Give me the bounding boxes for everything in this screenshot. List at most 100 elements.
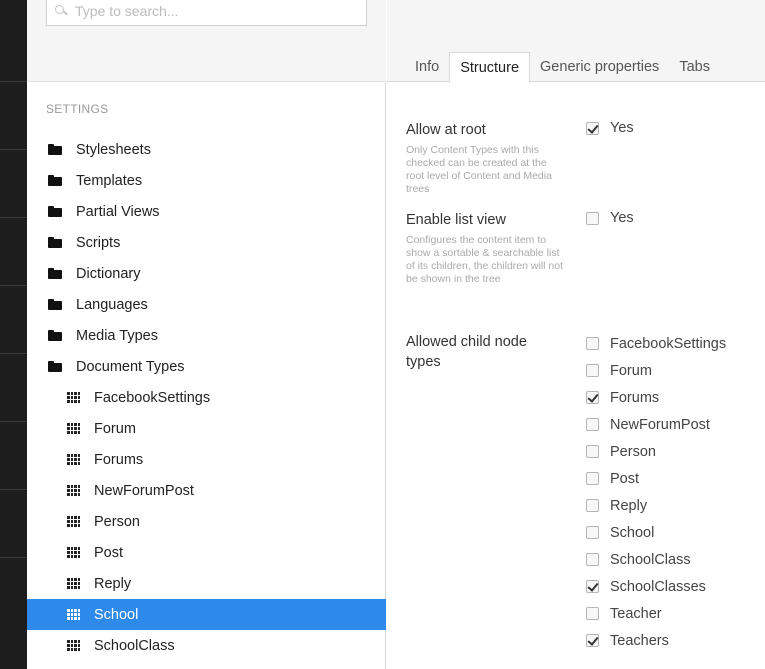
tree-list: Stylesheets Templates Partial Views Scripts… (27, 134, 386, 661)
tree-item-label: Forums (94, 451, 144, 468)
child-type-checkbox[interactable] (586, 553, 599, 566)
rail-divider (0, 353, 27, 354)
child-type-checkbox[interactable] (586, 634, 599, 647)
child-type-label: SchoolClass (610, 551, 691, 568)
folder-icon (48, 299, 62, 310)
enable-list-view-description: Configures the content item to show a so… (406, 234, 563, 285)
document-type-icon (67, 392, 80, 403)
tree-item-label: SchoolClass (94, 637, 175, 654)
tree-item-doctype-post[interactable]: Post (27, 537, 386, 568)
section-title: Settings (46, 102, 109, 116)
child-type-checkbox[interactable] (586, 445, 599, 458)
editor-header: Info Structure Generic properties Tabs (387, 0, 765, 83)
tree-item-label: Languages (76, 296, 148, 313)
search-input[interactable] (75, 3, 355, 19)
folder-icon (48, 330, 62, 341)
tree-item-doctype-person[interactable]: Person (27, 506, 386, 537)
tree-item-label: FacebookSettings (94, 389, 211, 406)
rail-divider (0, 217, 27, 218)
settings-tree-panel: Settings Stylesheets Templates Partial Vie… (27, 0, 386, 669)
tree-item-stylesheets[interactable]: Stylesheets (27, 134, 386, 165)
allow-at-root-description: Only Content Types with this checked can… (406, 144, 552, 195)
enable-list-view-label: Enable list view (406, 212, 506, 228)
document-type-icon (67, 547, 80, 558)
tab-structure[interactable]: Structure (449, 52, 531, 83)
child-type-checkbox[interactable] (586, 391, 599, 404)
child-type-checkbox[interactable] (586, 526, 599, 539)
tree-item-doctype-facebooksettings[interactable]: FacebookSettings (27, 382, 386, 413)
tree-item-doctype-forums[interactable]: Forums (27, 444, 386, 475)
child-type-option-school[interactable]: School (586, 519, 726, 546)
tree-item-doctype-schoolclass[interactable]: SchoolClass (27, 630, 386, 661)
enable-list-view-option-label: Yes (610, 210, 634, 226)
child-type-option-schoolclasses[interactable]: SchoolClasses (586, 573, 726, 600)
child-type-option-teacher[interactable]: Teacher (586, 600, 726, 627)
enable-list-view-property: Enable list view Configures the content … (406, 212, 566, 286)
allow-at-root-label: Allow at root (406, 122, 486, 138)
tree-item-label: Partial Views (76, 203, 160, 220)
child-type-option-newforumpost[interactable]: NewForumPost (586, 411, 726, 438)
tree-item-dictionary[interactable]: Dictionary (27, 258, 386, 289)
enable-list-view-checkbox[interactable] (586, 211, 599, 225)
tree-item-scripts[interactable]: Scripts (27, 227, 386, 258)
child-type-label: Forums (610, 389, 660, 406)
child-type-checkbox[interactable] (586, 499, 599, 512)
child-type-option-forum[interactable]: Forum (586, 357, 726, 384)
enable-list-view-option[interactable]: Yes (586, 210, 634, 226)
folder-icon (48, 175, 62, 186)
child-type-label: Teachers (610, 632, 669, 649)
document-type-icon (67, 516, 80, 527)
tree-item-label: Dictionary (76, 265, 141, 282)
child-type-label: Post (610, 470, 640, 487)
tree-item-label: Person (94, 513, 140, 530)
child-type-checkbox[interactable] (586, 472, 599, 485)
child-type-option-schoolclass[interactable]: SchoolClass (586, 546, 726, 573)
allow-at-root-option-label: Yes (610, 120, 634, 136)
allowed-child-node-types-list: FacebookSettings Forum Forums NewForumPost P… (586, 330, 726, 654)
child-type-label: Teacher (610, 605, 662, 622)
search-box[interactable] (46, 0, 367, 26)
folder-icon (48, 361, 62, 372)
tree-item-languages[interactable]: Languages (27, 289, 386, 320)
child-type-checkbox[interactable] (586, 337, 599, 350)
tree-item-doctype-newforumpost[interactable]: NewForumPost (27, 475, 386, 506)
allow-at-root-checkbox[interactable] (586, 121, 599, 135)
document-type-editor: Info Structure Generic properties Tabs Allo… (387, 0, 765, 669)
child-type-option-reply[interactable]: Reply (586, 492, 726, 519)
child-type-checkbox[interactable] (586, 418, 599, 431)
child-type-option-forums[interactable]: Forums (586, 384, 726, 411)
tree-item-document-types[interactable]: Document Types (27, 351, 386, 382)
tab-generic-properties[interactable]: Generic properties (530, 52, 669, 82)
tree-item-label: Scripts (76, 234, 121, 251)
child-type-option-facebooksettings[interactable]: FacebookSettings (586, 330, 726, 357)
document-type-icon (67, 640, 80, 651)
child-type-option-person[interactable]: Person (586, 438, 726, 465)
child-type-label: NewForumPost (610, 416, 710, 433)
child-type-label: School (610, 524, 655, 541)
tree-item-partial-views[interactable]: Partial Views (27, 196, 386, 227)
tab-tabs[interactable]: Tabs (669, 52, 720, 82)
child-type-checkbox[interactable] (586, 607, 599, 620)
tree-item-doctype-forum[interactable]: Forum (27, 413, 386, 444)
folder-icon (48, 144, 62, 155)
child-type-checkbox[interactable] (586, 580, 599, 593)
tree-item-label: School (94, 606, 139, 623)
editor-tabs: Info Structure Generic properties Tabs (405, 52, 720, 83)
app-section-rail (0, 0, 27, 669)
child-type-option-post[interactable]: Post (586, 465, 726, 492)
rail-divider (0, 421, 27, 422)
allow-at-root-option[interactable]: Yes (586, 120, 634, 136)
rail-divider (0, 149, 27, 150)
tab-info[interactable]: Info (405, 52, 449, 82)
tree-item-label: NewForumPost (94, 482, 194, 499)
folder-icon (48, 268, 62, 279)
tree-item-templates[interactable]: Templates (27, 165, 386, 196)
rail-divider (0, 557, 27, 558)
tree-item-doctype-school[interactable]: School (27, 599, 386, 630)
tree-item-doctype-reply[interactable]: Reply (27, 568, 386, 599)
child-type-option-teachers[interactable]: Teachers (586, 627, 726, 654)
tree-item-media-types[interactable]: Media Types (27, 320, 386, 351)
allowed-child-node-types-property: Allowed child node types (406, 332, 556, 372)
allowed-child-node-types-label: Allowed child node types (406, 334, 527, 370)
child-type-checkbox[interactable] (586, 364, 599, 377)
